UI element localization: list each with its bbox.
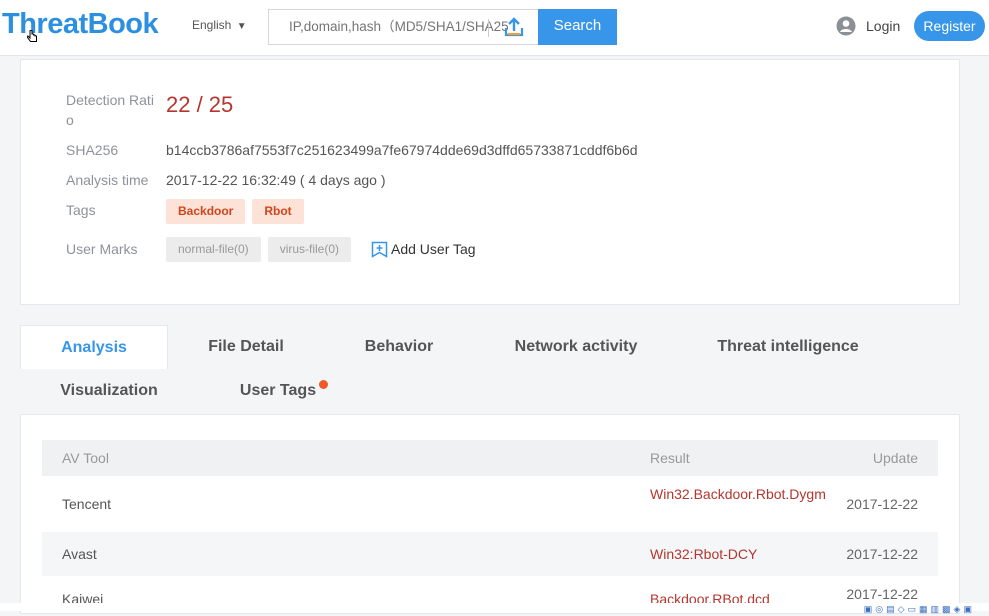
- language-label: English: [192, 18, 232, 32]
- tab-visualization[interactable]: Visualization: [40, 369, 178, 413]
- sha256-value: b14ccb3786af7553f7c251623499a7fe67974dde…: [166, 142, 638, 158]
- col-av-tool: AV Tool: [62, 450, 109, 466]
- tab-analysis[interactable]: Analysis: [20, 325, 168, 369]
- detection-ratio-value: 22 / 25: [166, 92, 234, 117]
- tab-threat-intelligence[interactable]: Threat intelligence: [704, 325, 872, 369]
- status-bar-icons: ▣◎▤◇▭▦▥▩◈▣: [863, 604, 975, 614]
- tag-backdoor[interactable]: Backdoor: [166, 199, 246, 224]
- analysis-time-label: Analysis time: [66, 172, 149, 188]
- status-bar: [0, 603, 989, 611]
- table-row: Avast Win32:Rbot-DCY 2017-12-22: [42, 532, 938, 576]
- row-result: Win32:Rbot-DCY: [650, 546, 758, 562]
- search-button[interactable]: Search: [538, 9, 617, 45]
- hand-cursor-icon: [27, 30, 37, 42]
- detection-ratio-label: Detection Ratio: [66, 92, 154, 128]
- file-summary-card: Detection Ratio 22 / 25 SHA256 b14ccb378…: [20, 59, 960, 305]
- row-update: 2017-12-22: [846, 546, 918, 562]
- login-link[interactable]: Login: [866, 18, 900, 34]
- row-av-tool: Avast: [62, 546, 97, 562]
- search-box: [268, 9, 538, 45]
- tag-rbot[interactable]: Rbot: [252, 199, 304, 224]
- sha256-label: SHA256: [66, 142, 119, 158]
- user-marks-list: normal-file(0) virus-file(0) Add User Tag: [166, 237, 766, 262]
- upload-icon[interactable]: [503, 16, 525, 38]
- tags-list: Backdoor Rbot: [166, 199, 311, 224]
- add-user-tag-label: Add User Tag: [391, 241, 476, 257]
- row-result: Win32.Backdoor.Rbot.Dygm: [650, 486, 826, 502]
- virus-file-mark[interactable]: virus-file(0): [267, 237, 352, 262]
- tab-network-activity[interactable]: Network activity: [502, 325, 650, 369]
- caret-down-icon: ▼: [236, 21, 247, 32]
- tab-behavior[interactable]: Behavior: [345, 325, 453, 369]
- bookmark-add-icon: [371, 241, 388, 258]
- row-update: 2017-12-22: [846, 496, 918, 512]
- tags-label: Tags: [66, 202, 96, 218]
- threatbook-logo[interactable]: ThreatBook: [2, 8, 159, 41]
- analysis-time-value: 2017-12-22 16:32:49 ( 4 days ago ): [166, 172, 386, 188]
- notification-dot: [319, 380, 328, 389]
- user-icon[interactable]: [836, 16, 856, 36]
- add-user-tag-button[interactable]: Add User Tag: [371, 237, 476, 262]
- row-update: 2017-12-22: [846, 586, 918, 602]
- av-results-panel: AV Tool Result Update Tencent Win32.Back…: [20, 414, 960, 614]
- language-selector[interactable]: English ▼: [192, 18, 247, 32]
- search-divider: [488, 19, 489, 37]
- row-av-tool: Tencent: [62, 496, 112, 512]
- top-navbar: ThreatBook English ▼ Search Login Regist…: [0, 0, 989, 56]
- analysis-tabs: Analysis File Detail Behavior Network ac…: [20, 325, 960, 415]
- tab-file-detail[interactable]: File Detail: [188, 325, 304, 369]
- table-row: Tencent Win32.Backdoor.Rbot.Dygm 2017-12…: [42, 476, 938, 532]
- tab-user-tags[interactable]: User Tags: [220, 369, 336, 413]
- register-button[interactable]: Register: [914, 11, 985, 41]
- col-update: Update: [872, 450, 918, 466]
- table-header: AV Tool Result Update: [42, 440, 938, 476]
- search-input[interactable]: [289, 19, 509, 34]
- col-result: Result: [650, 450, 690, 466]
- user-marks-label: User Marks: [66, 241, 138, 257]
- normal-file-mark[interactable]: normal-file(0): [166, 237, 261, 262]
